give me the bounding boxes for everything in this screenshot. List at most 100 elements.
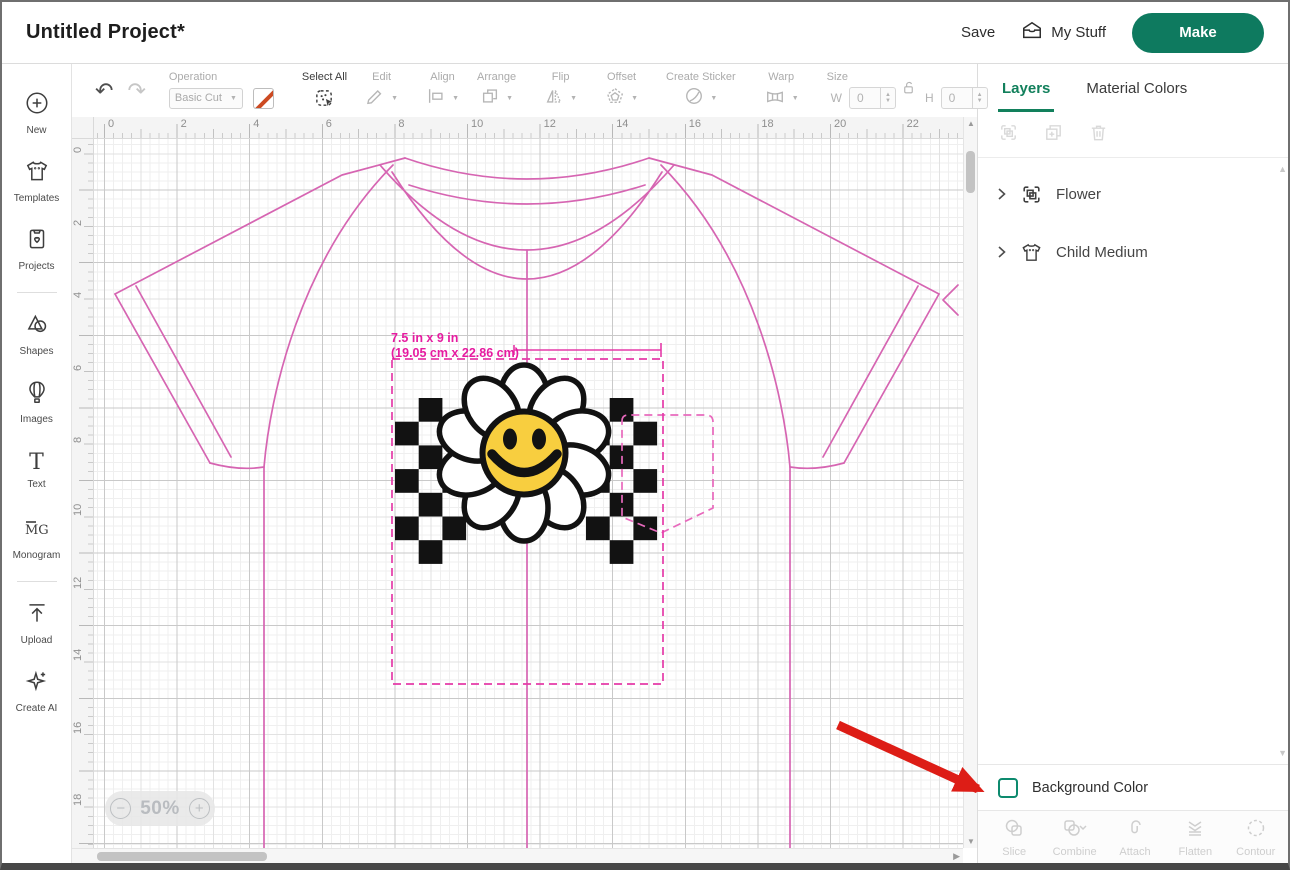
vertical-scroll-thumb[interactable] [966,151,975,193]
width-input[interactable] [850,88,880,108]
sidebar-item-text[interactable]: T Text [2,437,71,503]
sidebar-item-monogram[interactable]: MG Monogram [2,505,71,571]
operation-dropdown[interactable]: Basic Cut ▼ [169,88,243,109]
zoom-in-button[interactable]: + [189,798,210,819]
operation-label: Operation [169,70,217,85]
zoom-level: 50% [140,798,180,820]
ruler-number: 2 [181,118,187,130]
layer-list: ▲ Flower Child Medium ▼ [978,158,1290,764]
arrange-button[interactable]: Arrange ▼ [477,70,516,111]
group-button[interactable] [998,122,1019,148]
header: Untitled Project* Save My Stuff Make [2,2,1288,64]
selection-size-in: 7.5 in x 9 in [391,331,458,345]
selection-size-cm: (19.05 cm x 22.86 cm) [391,346,519,360]
scroll-down-icon[interactable]: ▼ [964,837,978,846]
vertical-scrollbar[interactable]: ▲ ▼ [963,117,977,848]
tshirt-icon [24,158,50,189]
attach-button[interactable]: Attach [1106,817,1164,858]
chevron-down-icon: ▼ [710,95,717,102]
select-all-icon [314,85,335,111]
scroll-up-icon[interactable]: ▲ [964,119,978,128]
select-all-button[interactable]: Select All [302,70,347,111]
ruler-corner [72,117,94,139]
project-title: Untitled Project* [26,21,185,44]
tab-material-colors[interactable]: Material Colors [1086,64,1187,112]
tab-layers[interactable]: Layers [1002,64,1050,112]
flower-eye-left [503,429,517,450]
slice-icon [1003,817,1025,844]
sidebar-item-templates[interactable]: Templates [2,148,71,214]
zoom-control: − 50% + [105,791,215,826]
contour-button[interactable]: Contour [1227,817,1285,858]
sidebar-item-new[interactable]: New [2,80,71,146]
layer-row-flower[interactable]: Flower [996,172,1290,216]
scroll-right-icon[interactable]: ▶ [953,851,960,862]
height-stepper[interactable]: ▲▼ [972,88,987,108]
horizontal-scroll-thumb[interactable] [97,852,267,861]
flip-button[interactable]: Flip ▼ [544,70,577,111]
offset-icon [605,86,625,111]
chevron-down-icon: ▼ [792,95,799,102]
warp-button[interactable]: Warp ▼ [764,70,799,111]
ruler-number: 6 [326,118,332,130]
lock-open-icon[interactable] [901,80,916,100]
ruler-number: 0 [72,139,84,153]
flip-icon [544,86,564,111]
sidebar-item-projects[interactable]: Projects [2,216,71,282]
delete-button[interactable] [1088,122,1109,148]
group-icon [1020,183,1043,206]
zoom-out-button[interactable]: − [110,798,131,819]
background-color-row: Background Color [978,764,1290,810]
align-button[interactable]: Align ▼ [426,70,459,111]
background-color-label: Background Color [1032,780,1148,796]
ruler-number: 10 [72,502,84,516]
upload-icon [24,600,50,631]
scroll-down-icon[interactable]: ▼ [1278,748,1287,758]
ruler-number: 18 [72,792,84,806]
design-canvas[interactable]: 0246810121416182022 024681012141618 [72,117,977,864]
sidebar-item-create-ai[interactable]: Create AI [2,658,71,724]
edit-button[interactable]: Edit ▼ [365,70,398,111]
warp-icon [764,86,786,111]
sidebar-item-images[interactable]: Images [2,369,71,435]
combine-button[interactable]: Combine [1046,817,1104,858]
make-button[interactable]: Make [1132,13,1264,53]
layer-row-child-medium[interactable]: Child Medium [996,230,1290,274]
sidebar-item-shapes[interactable]: Shapes [2,301,71,367]
ruler-number: 0 [108,118,114,130]
mailbox-icon [1021,20,1043,46]
slice-button[interactable]: Slice [985,817,1043,858]
create-sticker-button[interactable]: Create Sticker ▼ [666,70,736,111]
chevron-down-icon: ▼ [452,95,459,102]
ruler-number: 6 [72,357,84,371]
ruler-number: 4 [72,284,84,298]
sidebar-item-upload[interactable]: Upload [2,590,71,656]
horizontal-scrollbar[interactable]: ▶ [72,848,963,864]
sidebar-divider [17,581,57,582]
sparkle-icon [24,668,50,699]
color-swatch[interactable] [253,88,274,109]
save-button[interactable]: Save [961,24,995,41]
text-icon: T [29,451,44,475]
ruler-number: 20 [834,118,846,130]
my-stuff-button[interactable]: My Stuff [1021,20,1106,46]
ruler-number: 18 [761,118,773,130]
monogram-icon: MG [22,515,52,546]
scroll-up-icon[interactable]: ▲ [1278,164,1287,174]
redo-button[interactable]: ↷ [127,80,145,102]
ruler-number: 2 [72,212,84,226]
tshirt-icon [1020,241,1043,264]
offset-button[interactable]: Offset ▼ [605,70,638,111]
height-input[interactable] [942,88,972,108]
balloon-icon [24,379,50,410]
size-label: Size [827,70,848,85]
width-label: W [831,91,842,105]
arrange-icon [480,86,500,111]
app-window: Untitled Project* Save My Stuff Make New [0,0,1290,870]
ruler-number: 8 [72,429,84,443]
width-stepper[interactable]: ▲▼ [880,88,895,108]
undo-button[interactable]: ↶ [95,80,113,102]
duplicate-button[interactable] [1043,122,1064,148]
background-color-checkbox[interactable] [998,778,1018,798]
flatten-icon-button[interactable]: Flatten [1166,817,1224,858]
